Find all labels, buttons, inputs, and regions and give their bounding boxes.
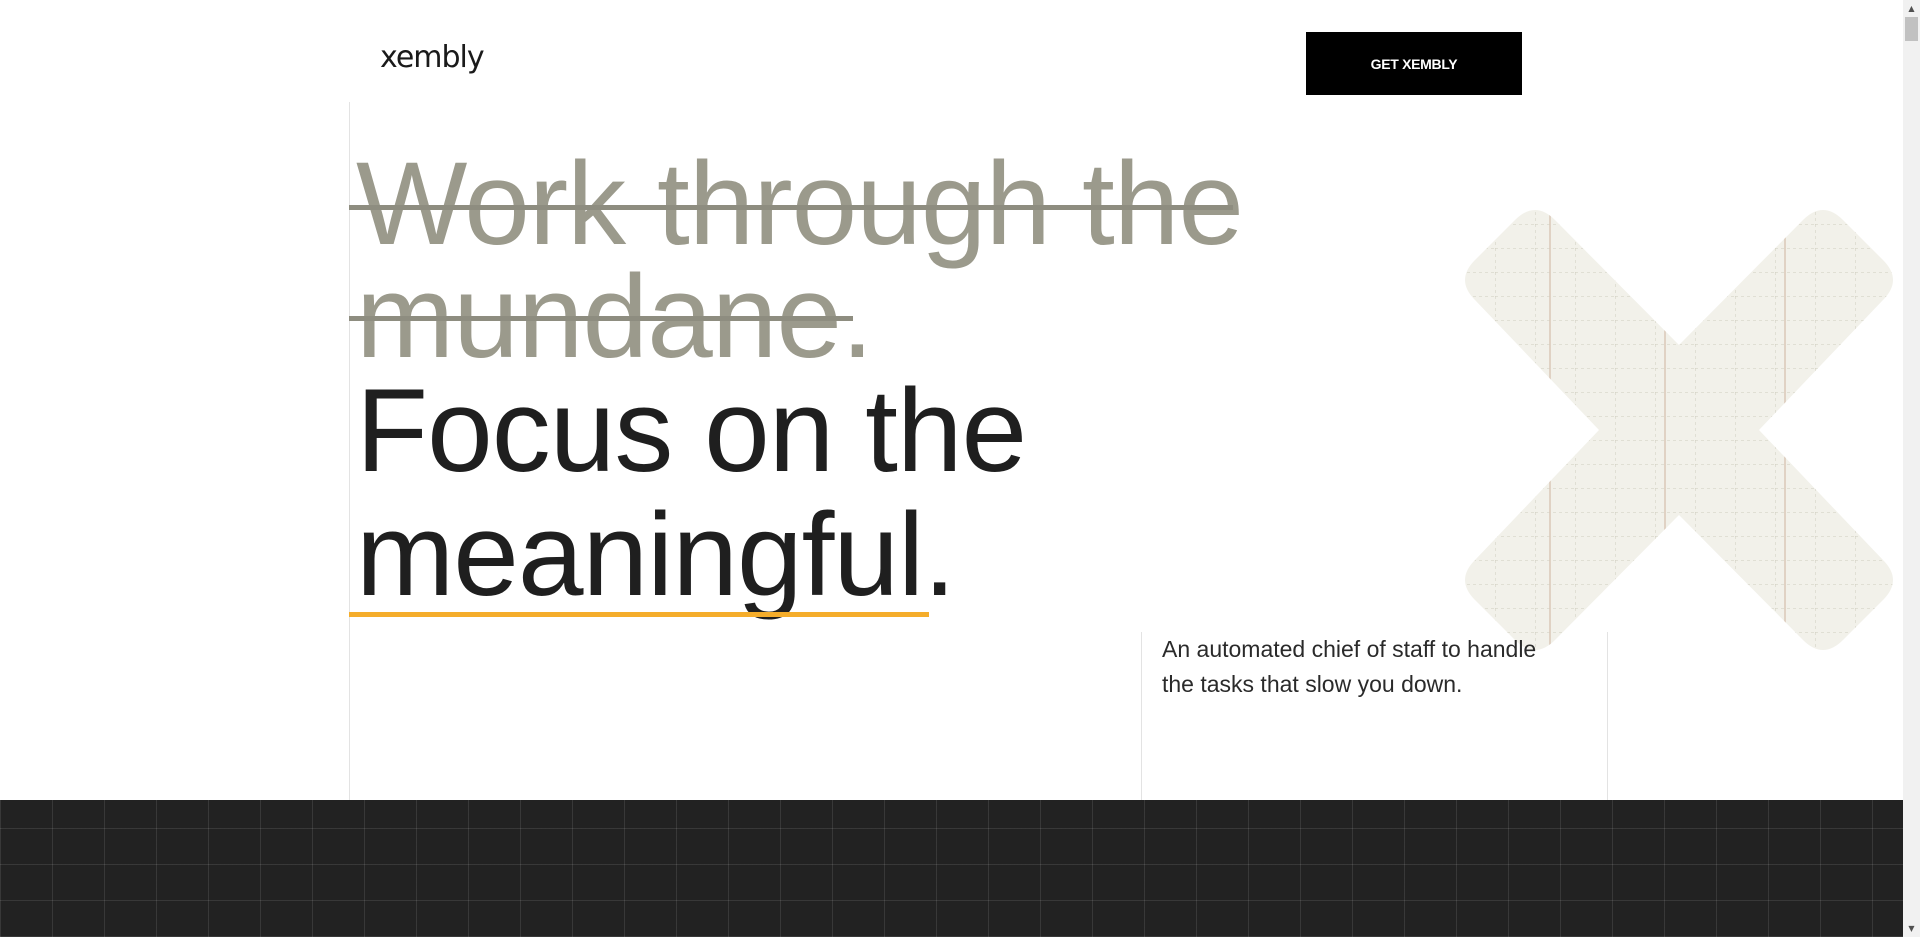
subtext-line-2: the tasks that slow you down. (1162, 671, 1463, 697)
triangle-down-icon[interactable]: ▼ (1903, 920, 1920, 937)
dark-grid-section (0, 800, 1903, 937)
guide-line-middle (1141, 632, 1142, 800)
strikethrough-line-2 (349, 316, 853, 321)
xembly-logo[interactable]: xembly (380, 40, 485, 75)
site-header: xembly GET XEMBLY (0, 0, 1903, 102)
strikethrough-line-1 (349, 205, 1233, 210)
hero-focus-line-2: meaningful. (356, 489, 956, 621)
scrollbar-thumb[interactable] (1905, 17, 1918, 41)
get-xembly-button[interactable]: GET XEMBLY (1306, 32, 1522, 95)
hero-struck-line-1: Work through the (356, 138, 1244, 270)
hero-subtext: An automated chief of staff to handle th… (1162, 632, 1582, 702)
hero-focus-line-1: Focus on the (356, 365, 1027, 497)
triangle-up-icon[interactable]: ▲ (1903, 0, 1920, 17)
x-mark-icon (1465, 210, 1893, 650)
subtext-line-1: An automated chief of staff to handle (1162, 636, 1537, 662)
accent-underline (349, 612, 929, 617)
page-scrollbar[interactable]: ▲ ▼ (1903, 0, 1920, 937)
